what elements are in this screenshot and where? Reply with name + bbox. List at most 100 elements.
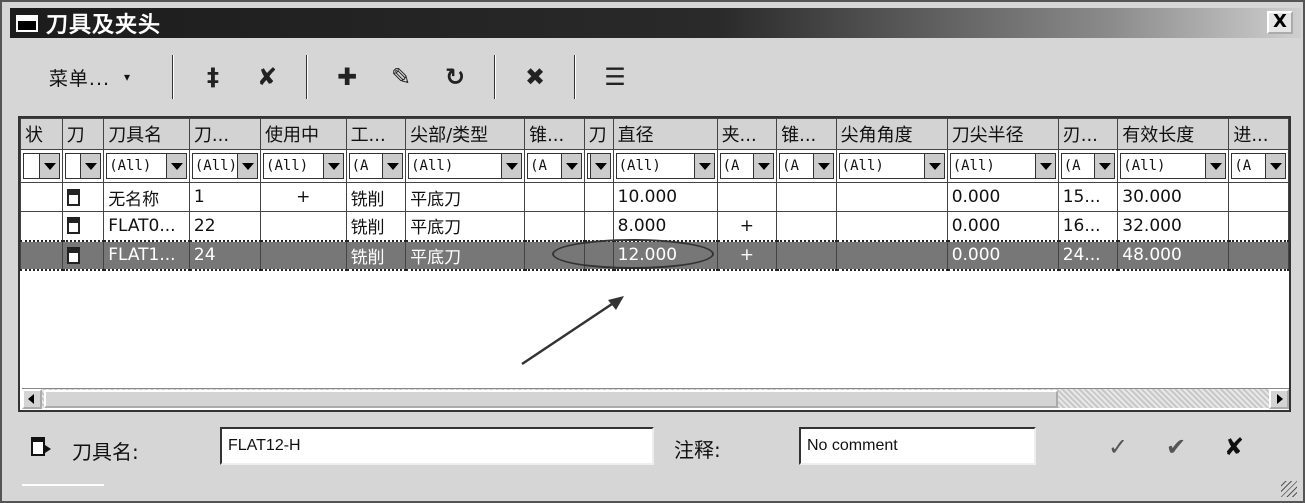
column-filter-dropdown[interactable]: (A xyxy=(1060,153,1116,179)
column-header[interactable]: 直径 xyxy=(612,118,718,150)
column-filter-dropdown[interactable]: (A xyxy=(527,153,582,179)
table-cell[interactable] xyxy=(61,239,105,271)
table-cell[interactable] xyxy=(20,182,63,212)
table-cell[interactable]: 平底刀 xyxy=(405,211,526,241)
chevron-down-icon[interactable] xyxy=(812,154,833,178)
table-cell[interactable]: 24... xyxy=(1057,239,1119,271)
table-cell[interactable]: 22 xyxy=(188,211,262,241)
table-row[interactable]: 无名称 1 + 铣削 平底刀 10.000 0.000 15... 30.000 xyxy=(20,182,1289,212)
table-cell[interactable] xyxy=(20,239,63,271)
table-cell[interactable] xyxy=(260,239,347,271)
menu-button[interactable]: 菜单... ▾ xyxy=(20,52,160,102)
chevron-down-icon[interactable] xyxy=(1265,154,1285,178)
scroll-right-button[interactable] xyxy=(1269,389,1289,409)
table-cell[interactable] xyxy=(776,211,837,241)
column-filter-dropdown[interactable] xyxy=(586,153,611,179)
column-filter-dropdown[interactable]: (A xyxy=(779,153,834,179)
column-header[interactable]: 锥... xyxy=(524,118,585,150)
column-header[interactable]: 刀... xyxy=(188,118,262,150)
chevron-down-icon[interactable] xyxy=(1205,154,1226,178)
column-filter-dropdown[interactable]: (All) xyxy=(263,153,344,179)
table-cell[interactable]: 8.000 xyxy=(612,211,718,241)
chevron-down-icon[interactable] xyxy=(382,154,403,178)
chevron-down-icon[interactable] xyxy=(80,154,101,178)
table-cell[interactable]: 15... xyxy=(1057,182,1119,212)
title-bar[interactable]: 刀具及夹头 X xyxy=(10,8,1301,38)
column-header[interactable]: 进... xyxy=(1228,118,1289,150)
column-header[interactable]: 尖部/类型 xyxy=(405,118,526,150)
table-cell[interactable]: 24 xyxy=(188,239,262,271)
table-cell[interactable] xyxy=(835,211,948,241)
table-cell[interactable]: 10.000 xyxy=(612,182,718,212)
column-header[interactable]: 尖角角度 xyxy=(835,118,948,150)
column-header[interactable]: 刃... xyxy=(1057,118,1119,150)
add-holder-button[interactable]: ✚ xyxy=(320,55,374,99)
table-cell[interactable]: 1 xyxy=(188,182,262,212)
table-cell[interactable] xyxy=(716,182,778,212)
table-cell[interactable]: 平底刀 xyxy=(405,239,526,271)
table-cell[interactable]: + xyxy=(260,182,347,212)
table-cell[interactable] xyxy=(583,182,614,212)
table-cell[interactable]: 0.000 xyxy=(946,211,1059,241)
table-cell[interactable]: FLAT1... xyxy=(103,239,190,271)
column-header[interactable]: 刀具名 xyxy=(103,118,190,150)
table-cell[interactable]: 48.000 xyxy=(1117,239,1230,271)
column-header[interactable]: 使用中 xyxy=(260,118,347,150)
table-cell[interactable] xyxy=(1228,182,1289,212)
table-cell[interactable]: 铣削 xyxy=(345,211,407,241)
chevron-down-icon[interactable] xyxy=(923,154,944,178)
chevron-down-icon[interactable] xyxy=(237,154,258,178)
table-cell[interactable] xyxy=(835,239,948,271)
table-cell[interactable]: 无名称 xyxy=(103,182,190,212)
resize-grip-icon[interactable] xyxy=(1281,481,1297,497)
column-filter-dropdown[interactable] xyxy=(23,153,60,179)
tool-name-field[interactable]: FLAT12-H xyxy=(220,427,654,465)
accept-button[interactable]: ✓ xyxy=(1100,430,1136,464)
column-header[interactable]: 工... xyxy=(345,118,407,150)
column-header[interactable]: 刀 xyxy=(583,118,614,150)
table-cell[interactable]: + xyxy=(716,239,778,271)
column-filter-dropdown[interactable]: (A xyxy=(348,153,404,179)
chevron-down-icon[interactable] xyxy=(560,154,581,178)
delete-tool-button[interactable]: ✘ xyxy=(240,55,294,99)
table-cell[interactable] xyxy=(61,182,105,212)
column-header[interactable]: 状 xyxy=(20,118,63,150)
column-header[interactable]: 锥... xyxy=(776,118,837,150)
table-cell[interactable]: 32.000 xyxy=(1117,211,1230,241)
chevron-down-icon[interactable] xyxy=(501,154,522,178)
table-cell[interactable]: 0.000 xyxy=(946,239,1059,271)
table-cell[interactable] xyxy=(61,211,105,241)
apply-button[interactable]: ✔ xyxy=(1158,430,1194,464)
table-cell[interactable]: 铣削 xyxy=(345,182,407,212)
clear-filter-button[interactable]: ✖ xyxy=(508,55,562,99)
chevron-down-icon[interactable] xyxy=(693,154,714,178)
table-cell[interactable]: + xyxy=(716,211,778,241)
table-cell[interactable]: 0.000 xyxy=(946,182,1059,212)
column-header[interactable]: 有效长度 xyxy=(1117,118,1230,150)
horizontal-scrollbar[interactable] xyxy=(22,388,1289,409)
table-cell[interactable]: 16... xyxy=(1057,211,1119,241)
table-cell[interactable]: 铣削 xyxy=(345,239,407,271)
column-filter-dropdown[interactable]: (All) xyxy=(949,153,1056,179)
scrollbar-thumb[interactable] xyxy=(44,390,1058,408)
table-cell[interactable] xyxy=(776,239,837,271)
chevron-down-icon[interactable] xyxy=(165,154,186,178)
table-cell[interactable] xyxy=(1228,239,1289,271)
chevron-down-icon[interactable] xyxy=(322,154,343,178)
column-filter-dropdown[interactable]: (All) xyxy=(106,153,187,179)
table-cell[interactable] xyxy=(524,211,585,241)
comment-field[interactable]: No comment xyxy=(799,427,1036,465)
table-cell[interactable]: FLAT0... xyxy=(103,211,190,241)
table-cell[interactable] xyxy=(524,182,585,212)
column-filter-dropdown[interactable]: (A xyxy=(1231,153,1286,179)
close-button[interactable]: X xyxy=(1267,11,1293,34)
column-filter-dropdown[interactable]: (All) xyxy=(838,153,945,179)
column-header[interactable]: 夹... xyxy=(716,118,778,150)
column-filter-dropdown[interactable]: (All) xyxy=(1120,153,1227,179)
scroll-left-button[interactable] xyxy=(22,389,42,409)
cancel-button[interactable]: ✘ xyxy=(1216,430,1252,464)
chevron-down-icon[interactable] xyxy=(38,154,59,178)
chevron-down-icon[interactable] xyxy=(589,154,610,178)
copy-holder-button[interactable]: ↻ xyxy=(428,55,482,99)
table-cell[interactable] xyxy=(1228,211,1289,241)
